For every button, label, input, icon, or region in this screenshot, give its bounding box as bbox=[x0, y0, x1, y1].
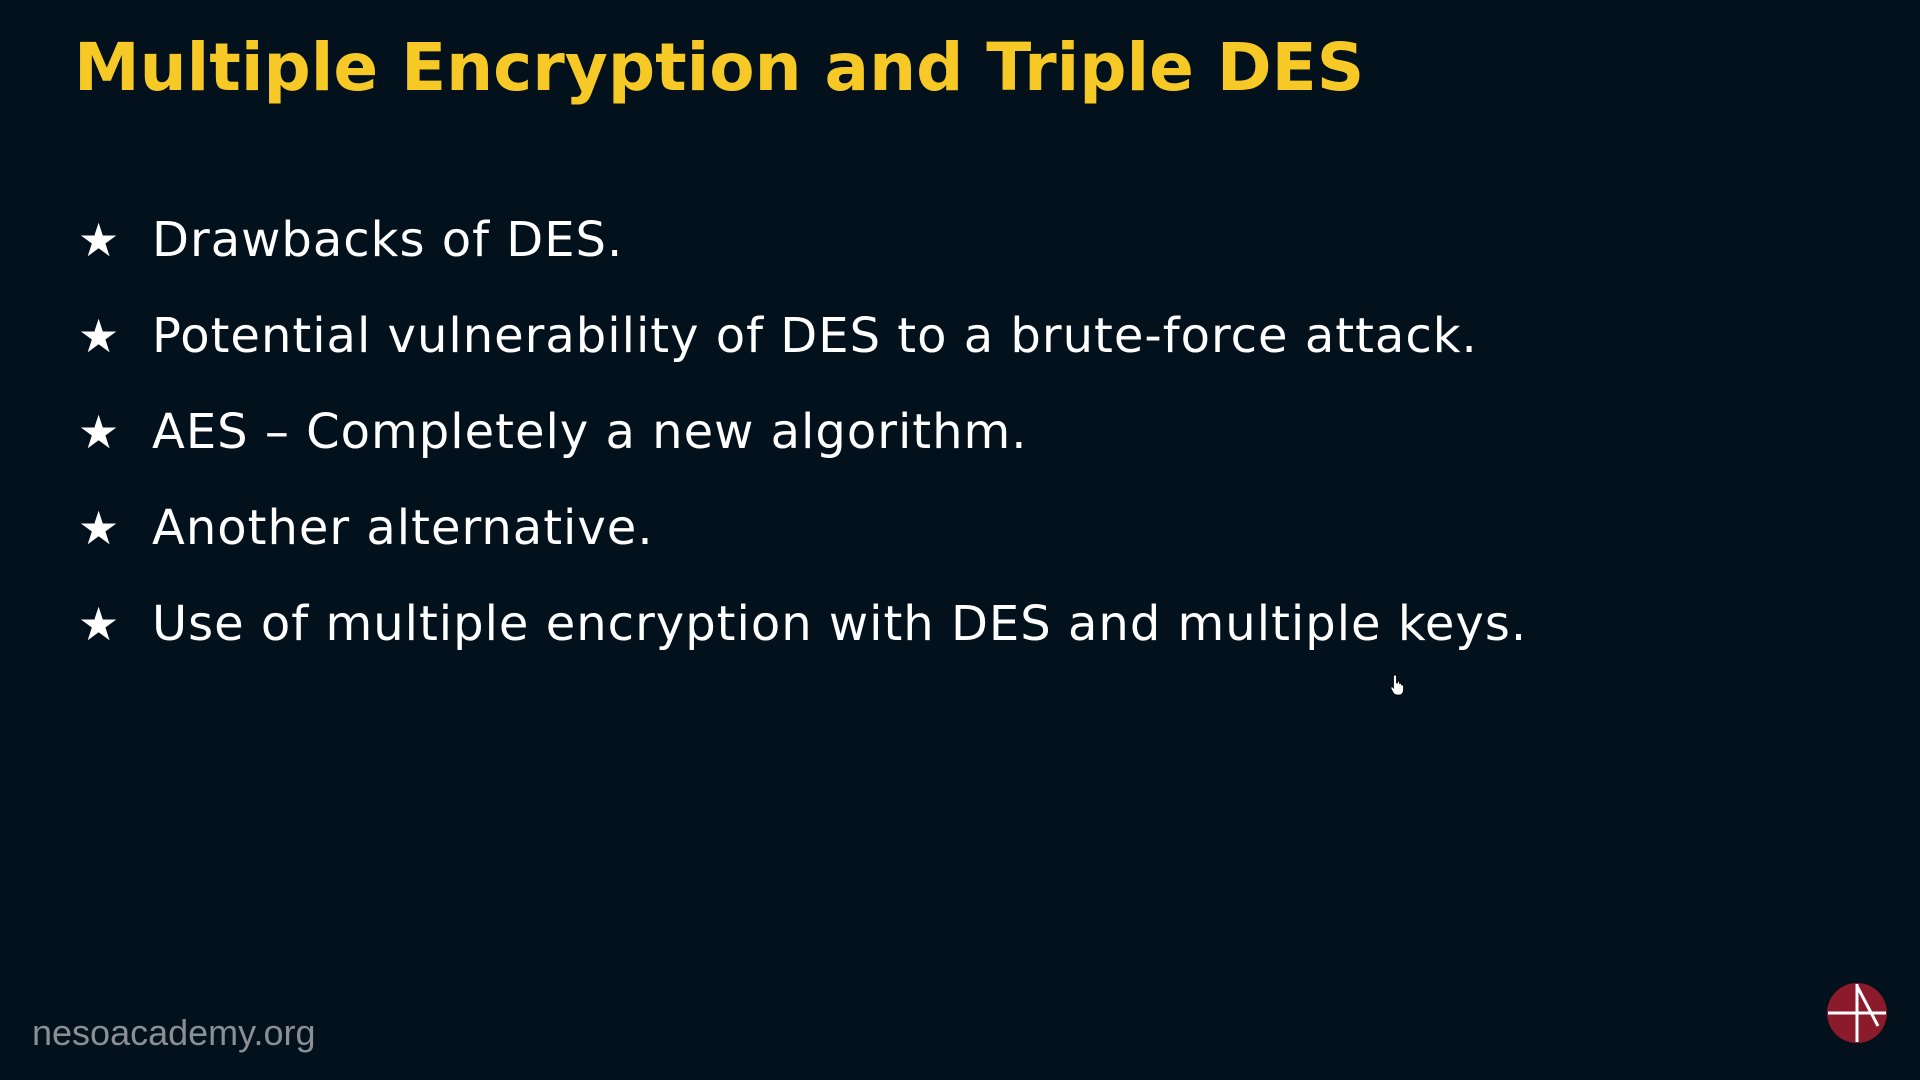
bullet-list: ★ Drawbacks of DES. ★ Potential vulnerab… bbox=[78, 192, 1527, 672]
list-item: ★ AES – Completely a new algorithm. bbox=[78, 384, 1527, 480]
hand-pointer-icon bbox=[1390, 674, 1404, 696]
bullet-text: AES – Completely a new algorithm. bbox=[152, 404, 1028, 460]
neso-academy-logo-icon bbox=[1827, 983, 1887, 1043]
watermark: nesoacademy.org bbox=[32, 1012, 316, 1053]
bullet-text: Potential vulnerability of DES to a brut… bbox=[152, 308, 1478, 364]
slide: Multiple Encryption and Triple DES ★ Dra… bbox=[0, 0, 1920, 1080]
star-icon: ★ bbox=[78, 213, 120, 267]
list-item: ★ Potential vulnerability of DES to a br… bbox=[78, 288, 1527, 384]
list-item: ★ Use of multiple encryption with DES an… bbox=[78, 576, 1527, 672]
bullet-text: Use of multiple encryption with DES and … bbox=[152, 596, 1528, 652]
list-item: ★ Drawbacks of DES. bbox=[78, 192, 1527, 288]
slide-title: Multiple Encryption and Triple DES bbox=[74, 29, 1365, 106]
star-icon: ★ bbox=[78, 597, 120, 651]
star-icon: ★ bbox=[78, 405, 120, 459]
bullet-text: Another alternative. bbox=[152, 500, 654, 556]
star-icon: ★ bbox=[78, 309, 120, 363]
bullet-text: Drawbacks of DES. bbox=[152, 212, 624, 268]
star-icon: ★ bbox=[78, 501, 120, 555]
list-item: ★ Another alternative. bbox=[78, 480, 1527, 576]
